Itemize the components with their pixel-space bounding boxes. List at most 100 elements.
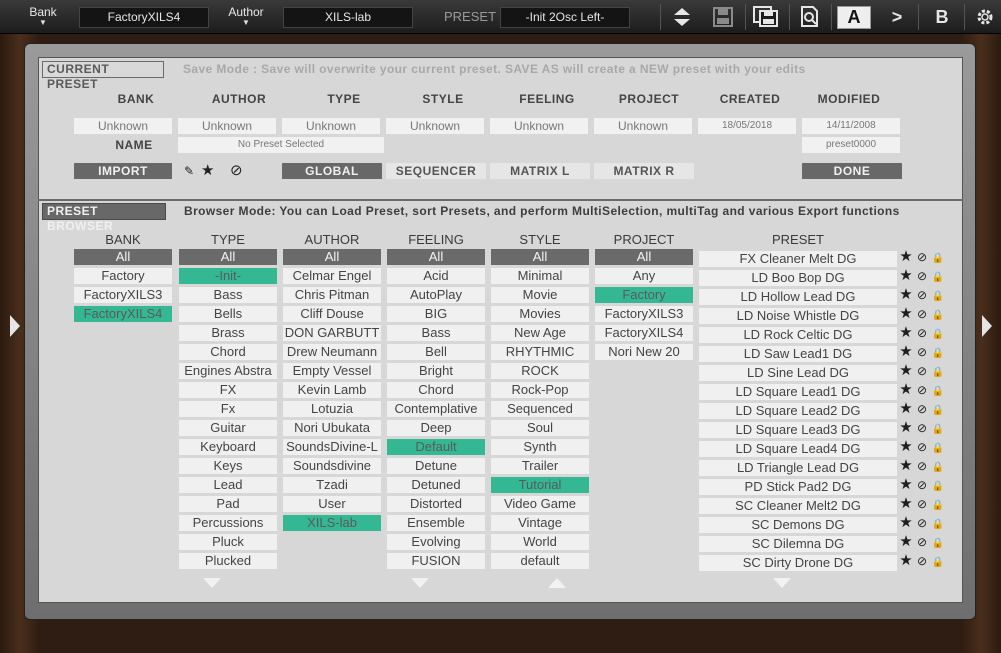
project-list-item[interactable]: Nori New 20 (595, 344, 693, 360)
style-list-item[interactable]: World (491, 534, 589, 550)
feeling-list-item[interactable]: Bell (387, 344, 485, 360)
preset-list-item[interactable]: LD Square Lead1 DG (699, 384, 897, 400)
favorite-star-icon[interactable]: ★ (898, 458, 914, 474)
author-list-item[interactable]: Nori Ubukata (283, 420, 381, 436)
favorite-star-icon[interactable]: ★ (898, 439, 914, 455)
lock-icon[interactable]: 🔒 (930, 308, 946, 324)
preset-list-item[interactable]: LD Square Lead4 DG (699, 441, 897, 457)
lock-icon[interactable]: 🔒 (930, 403, 946, 419)
type-list-item[interactable]: Pad (179, 496, 277, 512)
feeling-list-item[interactable]: Evolving (387, 534, 485, 550)
favorite-star-icon[interactable]: ★ (898, 382, 914, 398)
copy-a-to-b-button[interactable]: > (882, 4, 912, 30)
matrix-l-button[interactable]: MATRIX L (490, 163, 590, 179)
lock-icon[interactable]: 🔒 (930, 498, 946, 514)
author-list-item[interactable]: XILS-lab (283, 515, 381, 531)
author-list-item[interactable]: Empty Vessel (283, 363, 381, 379)
ban-icon[interactable]: ⊘ (914, 268, 930, 284)
favorite-star-icon[interactable]: ★ (898, 268, 914, 284)
favorite-star-icon[interactable]: ★ (898, 325, 914, 341)
feeling-list-item[interactable]: Distorted (387, 496, 485, 512)
lock-icon[interactable]: 🔒 (930, 536, 946, 552)
preset-list-item[interactable]: SC Cleaner Melt2 DG (699, 498, 897, 514)
ban-icon[interactable]: ⊘ (914, 363, 930, 379)
favorite-star-icon[interactable]: ★ (898, 534, 914, 550)
ban-icon[interactable]: ⊘ (914, 458, 930, 474)
feeling-list-item[interactable]: Acid (387, 268, 485, 284)
edit-pen-icon[interactable]: ✎ (184, 162, 194, 180)
style-list-item[interactable]: default (491, 553, 589, 569)
favorite-star-icon[interactable]: ★ (898, 401, 914, 417)
current-style-field[interactable]: Unknown (386, 118, 484, 134)
bank-menu-button[interactable]: Bank ▼ (20, 4, 66, 28)
feeling-list-item[interactable]: Deep (387, 420, 485, 436)
type-scroll-down-icon[interactable] (203, 578, 221, 588)
type-list-item[interactable]: Percussions (179, 515, 277, 531)
preset-list-item[interactable]: LD Saw Lead1 DG (699, 346, 897, 362)
done-button[interactable]: DONE (802, 163, 902, 179)
type-list-item[interactable]: Pluck (179, 534, 277, 550)
ban-icon[interactable]: ⊘ (914, 287, 930, 303)
project-list-item[interactable]: All (595, 249, 693, 265)
favorite-star-icon[interactable]: ★ (898, 344, 914, 360)
ban-icon[interactable]: ⊘ (914, 401, 930, 417)
favorite-star-icon[interactable]: ★ (898, 496, 914, 512)
preset-list-item[interactable]: FX Cleaner Melt DG (699, 251, 897, 267)
lock-icon[interactable]: 🔒 (930, 365, 946, 381)
current-feeling-field[interactable]: Unknown (490, 118, 588, 134)
style-list-item[interactable]: New Age (491, 325, 589, 341)
preset-list-item[interactable]: SC Dilemna DG (699, 536, 897, 552)
favorite-star-icon[interactable]: ★ (898, 249, 914, 265)
bank-selector[interactable]: FactoryXILS4 (79, 7, 209, 28)
previous-page-arrow-icon[interactable] (10, 315, 20, 337)
feeling-list-item[interactable]: All (387, 249, 485, 265)
style-list-item[interactable]: Soul (491, 420, 589, 436)
settings-button[interactable] (970, 4, 1000, 30)
type-list-item[interactable]: Chord (179, 344, 277, 360)
style-list-item[interactable]: Trailer (491, 458, 589, 474)
lock-icon[interactable]: 🔒 (930, 384, 946, 400)
feeling-list-item[interactable]: Detuned (387, 477, 485, 493)
style-list-item[interactable]: Rock-Pop (491, 382, 589, 398)
feeling-list-item[interactable]: Contemplative (387, 401, 485, 417)
author-list-item[interactable]: All (283, 249, 381, 265)
preset-list-item[interactable]: LD Square Lead2 DG (699, 403, 897, 419)
current-author-field[interactable]: Unknown (178, 118, 276, 134)
type-list-item[interactable]: Bass (179, 287, 277, 303)
preset-list-item[interactable]: SC Dirty Drone DG (699, 555, 897, 571)
feeling-list-item[interactable]: Bass (387, 325, 485, 341)
type-list-item[interactable]: -Init- (179, 268, 277, 284)
matrix-r-button[interactable]: MATRIX R (594, 163, 694, 179)
feeling-list-item[interactable]: Bright (387, 363, 485, 379)
style-list-item[interactable]: Movies (491, 306, 589, 322)
type-list-item[interactable]: FX (179, 382, 277, 398)
feeling-list-item[interactable]: Detune (387, 458, 485, 474)
style-list-item[interactable]: Video Game (491, 496, 589, 512)
style-list-item[interactable]: Vintage (491, 515, 589, 531)
ban-icon[interactable]: ⊘ (914, 249, 930, 265)
lock-icon[interactable]: 🔒 (930, 479, 946, 495)
feeling-list-item[interactable]: AutoPlay (387, 287, 485, 303)
style-scroll-up-icon[interactable] (548, 578, 566, 588)
style-list-item[interactable]: Sequenced (491, 401, 589, 417)
favorite-star-icon[interactable]: ★ (898, 287, 914, 303)
bank-list-item[interactable]: All (74, 249, 172, 265)
current-type-field[interactable]: Unknown (282, 118, 380, 134)
preset-prev-next-button[interactable] (667, 4, 697, 30)
lock-icon[interactable]: 🔒 (930, 346, 946, 362)
preset-list-item[interactable]: LD Rock Celtic DG (699, 327, 897, 343)
author-selector[interactable]: XILS-lab (283, 7, 413, 28)
project-list-item[interactable]: FactoryXILS3 (595, 306, 693, 322)
lock-icon[interactable]: 🔒 (930, 251, 946, 267)
ban-icon[interactable]: ⊘ (914, 325, 930, 341)
ban-icon[interactable]: ⊘ (230, 162, 243, 180)
feeling-list-item[interactable]: Chord (387, 382, 485, 398)
favorite-star-icon[interactable]: ★ (201, 162, 214, 180)
preset-list-item[interactable]: LD Hollow Lead DG (699, 289, 897, 305)
lock-icon[interactable]: 🔒 (930, 441, 946, 457)
style-list-item[interactable]: Tutorial (491, 477, 589, 493)
type-list-item[interactable]: Lead (179, 477, 277, 493)
lock-icon[interactable]: 🔒 (930, 270, 946, 286)
ban-icon[interactable]: ⊘ (914, 553, 930, 569)
favorite-star-icon[interactable]: ★ (898, 515, 914, 531)
